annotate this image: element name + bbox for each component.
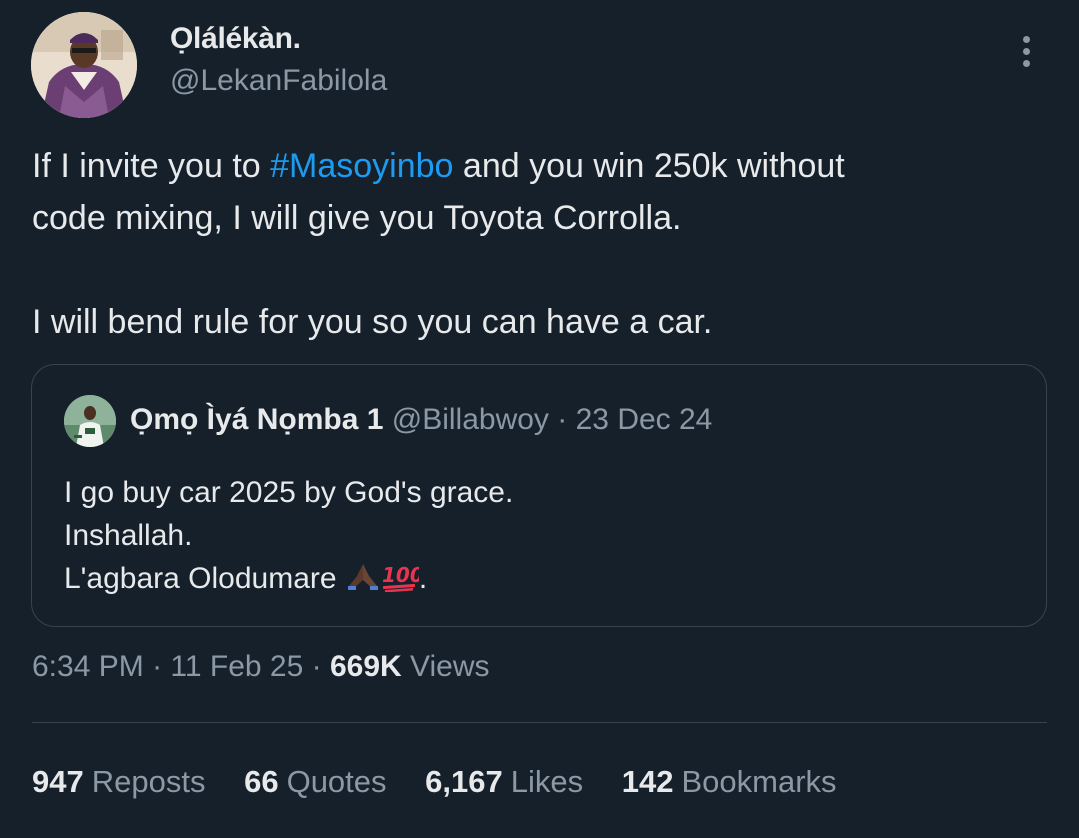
author-handle[interactable]: @LekanFabilola — [170, 64, 387, 98]
tweet-line-3: I will bend rule for you so you can have… — [32, 303, 713, 341]
views-label: Views — [401, 650, 490, 683]
svg-text:100: 100 — [382, 563, 419, 587]
more-vertical-icon — [1008, 34, 1044, 67]
bookmarks-stat[interactable]: 142 Bookmarks — [622, 764, 837, 800]
tweet-text: If I invite you to #Masoyinbo and you wi… — [32, 140, 1052, 348]
hashtag-link[interactable]: #Masoyinbo — [270, 147, 453, 185]
quoted-tweet-card[interactable]: Ọmọ Ìyá Nọmba 1 @Billabwoy · 23 Dec 24 I… — [31, 364, 1047, 627]
reposts-stat[interactable]: 947 Reposts — [32, 764, 205, 800]
quoted-author-avatar[interactable] — [64, 395, 116, 447]
hundred-points-emoji: 100 — [381, 560, 424, 604]
quoted-line-1: I go buy car 2025 by God's grace. — [64, 476, 514, 509]
tweet-detail: Ọlálékàn. @LekanFabilola If I invite you… — [0, 0, 1079, 838]
quoted-author-name[interactable]: Ọmọ Ìyá Nọmba 1 — [130, 403, 383, 436]
likes-stat[interactable]: 6,167 Likes — [425, 764, 583, 800]
quotes-stat[interactable]: 66 Quotes — [244, 764, 386, 800]
quoted-line-3: L'agbara Olodumare 100 . — [64, 557, 513, 604]
tweet-time[interactable]: 6:34 PM — [32, 650, 144, 683]
author-name[interactable]: Ọlálékàn. — [170, 22, 301, 56]
tweet-line-1: If I invite you to #Masoyinbo and you wi… — [32, 147, 845, 185]
divider — [32, 722, 1047, 723]
quoted-date[interactable]: 23 Dec 24 — [576, 403, 713, 436]
quoted-tweet-header: Ọmọ Ìyá Nọmba 1 @Billabwoy · 23 Dec 24 — [130, 403, 712, 437]
engagement-stats: 947 Reposts 66 Quotes 6,167 Likes 142 Bookma… — [32, 764, 867, 800]
more-options-button[interactable] — [1008, 34, 1044, 74]
tweet-date[interactable]: 11 Feb 25 — [170, 650, 303, 683]
quoted-tweet-text: I go buy car 2025 by God's grace. Inshal… — [64, 471, 513, 604]
tweet-meta: 6:34 PM · 11 Feb 25 · 669K Views — [32, 650, 490, 683]
quoted-line-2: Inshallah. — [64, 519, 193, 552]
quoted-separator: · — [548, 403, 576, 436]
author-avatar[interactable] — [31, 12, 137, 118]
views-count: 669K — [329, 650, 402, 683]
tweet-line-2: code mixing, I will give you Toyota Corr… — [32, 199, 682, 237]
quoted-author-handle[interactable]: @Billabwoy — [392, 403, 549, 436]
folded-hands-emoji — [345, 560, 381, 604]
